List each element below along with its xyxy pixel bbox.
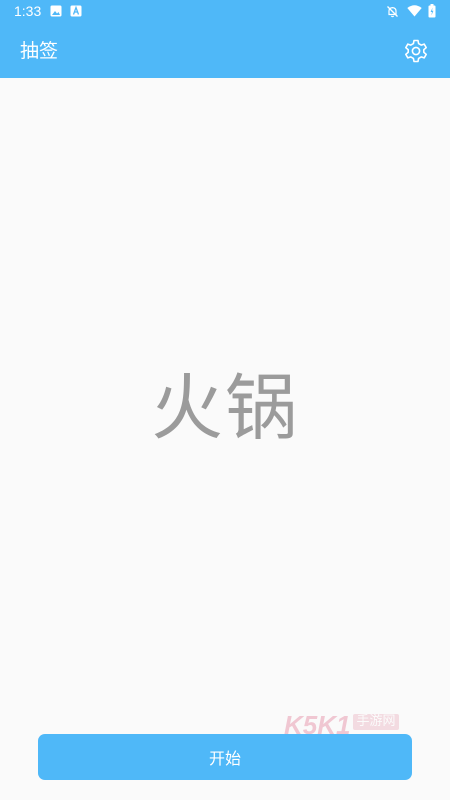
start-button[interactable]: 开始 xyxy=(38,734,412,780)
image-notification-icon xyxy=(50,5,62,17)
a-notification-icon xyxy=(70,5,82,17)
bell-off-icon xyxy=(386,5,399,18)
watermark-cn-text: 手游网 xyxy=(353,714,399,730)
status-time: 1:33 xyxy=(14,3,42,19)
page-title: 抽签 xyxy=(20,40,59,62)
status-bar: 1:33 xyxy=(0,0,450,24)
app-screen: 1:33 抽签 火锅 K5K1 手游网 开始 xyxy=(0,0,450,800)
battery-icon xyxy=(428,4,436,18)
wifi-icon xyxy=(407,5,422,17)
draw-result: 火锅 xyxy=(150,366,299,450)
app-bar: 抽签 xyxy=(0,24,450,78)
settings-button[interactable] xyxy=(402,37,430,65)
gear-icon xyxy=(403,38,429,64)
